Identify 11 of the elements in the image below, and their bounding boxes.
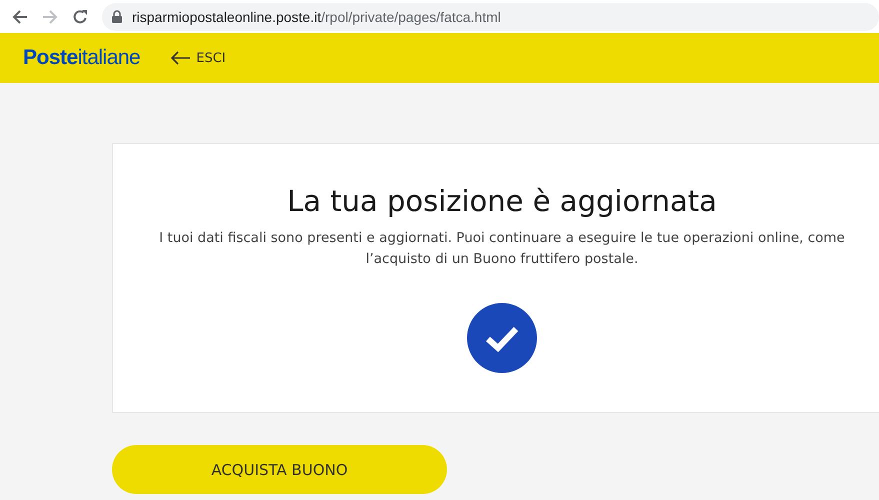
exit-button[interactable]: ESCI: [170, 50, 226, 66]
url-text: risparmiopostaleonline.poste.it/rpol/private/pages/fatca.html: [132, 8, 501, 24]
back-icon[interactable]: [12, 8, 28, 24]
address-bar[interactable]: risparmiopostaleonline.poste.it/rpol/private/pages/fatca.html: [102, 2, 879, 30]
lock-icon: [112, 10, 122, 23]
arrow-left-icon: [170, 51, 190, 65]
card-message: I tuoi dati fiscali sono presenti e aggiornati. Puoi continuare a eseguire le tue operazioni online, come l’acquisto di un Buono fruttifero postale.: [158, 229, 846, 269]
reload-icon[interactable]: [72, 8, 88, 24]
card-title: La tua posizione è aggiornata: [287, 184, 717, 218]
logo: Posteitaliane: [23, 46, 140, 70]
buy-button[interactable]: ACQUISTA BUONO: [112, 445, 447, 494]
